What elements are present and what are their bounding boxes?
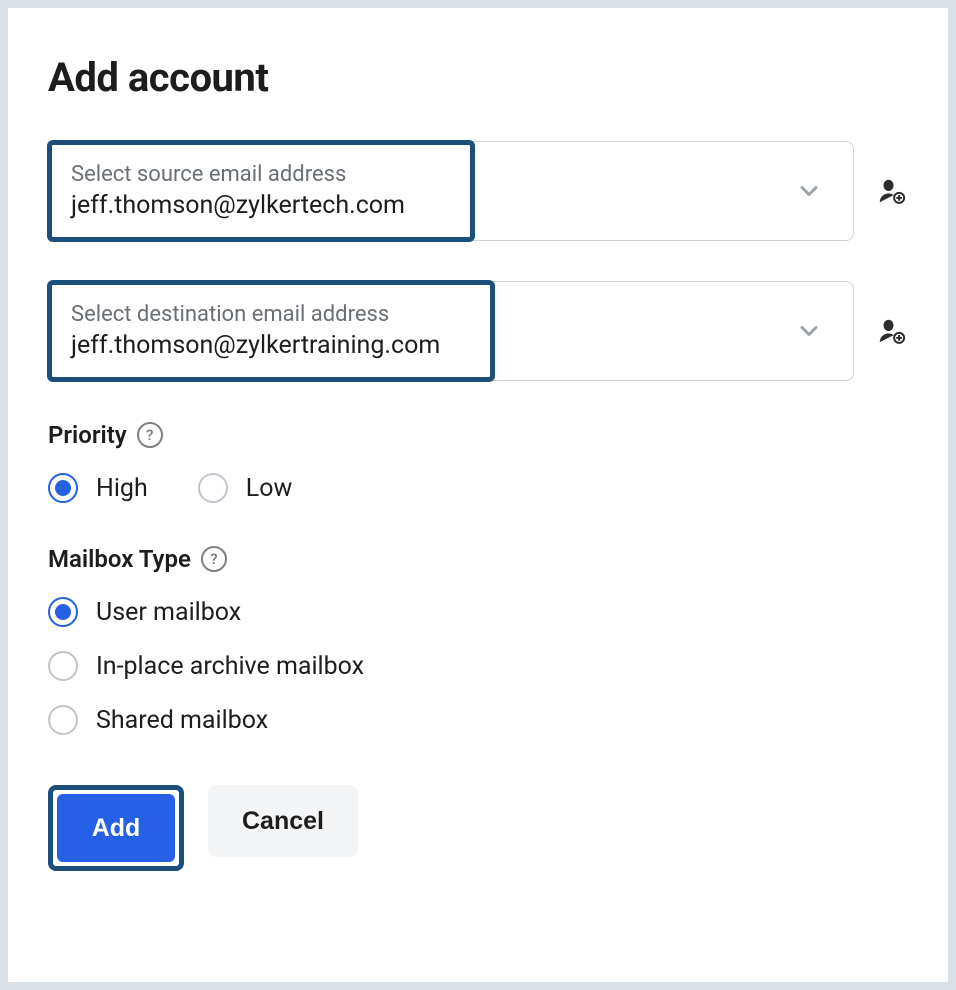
help-icon[interactable]: ? — [201, 546, 227, 572]
destination-value: jeff.thomson@zylkertraining.com — [71, 331, 763, 360]
add-button-highlight: Add — [48, 785, 184, 871]
source-value: jeff.thomson@zylkertech.com — [71, 191, 763, 220]
add-person-source-button[interactable] — [874, 174, 908, 208]
priority-high-label: High — [96, 474, 148, 503]
radio-selected-icon — [48, 597, 78, 627]
mailbox-label: Mailbox Type — [48, 545, 191, 573]
source-row: Select source email address jeff.thomson… — [48, 141, 908, 241]
cancel-button[interactable]: Cancel — [208, 785, 358, 857]
mailbox-options: User mailbox In-place archive mailbox Sh… — [48, 597, 908, 735]
chevron-down-icon — [785, 177, 853, 205]
destination-row: Select destination email address jeff.th… — [48, 281, 908, 381]
mailbox-shared-label: Shared mailbox — [96, 706, 268, 735]
page-title: Add account — [48, 54, 908, 101]
priority-low-option[interactable]: Low — [198, 473, 293, 503]
source-email-dropdown[interactable]: Select source email address jeff.thomson… — [48, 141, 854, 241]
destination-label: Select destination email address — [71, 302, 763, 327]
priority-low-label: Low — [246, 474, 293, 503]
add-person-destination-button[interactable] — [874, 314, 908, 348]
priority-high-option[interactable]: High — [48, 473, 148, 503]
source-content: Select source email address jeff.thomson… — [49, 146, 785, 236]
mailbox-label-row: Mailbox Type ? — [48, 545, 908, 573]
add-account-panel: Add account Select source email address … — [8, 8, 948, 982]
source-label: Select source email address — [71, 162, 763, 187]
radio-icon — [198, 473, 228, 503]
priority-label: Priority — [48, 421, 127, 449]
radio-icon — [48, 651, 78, 681]
priority-label-row: Priority ? — [48, 421, 908, 449]
priority-section: Priority ? High Low — [48, 421, 908, 503]
mailbox-user-label: User mailbox — [96, 598, 241, 627]
radio-icon — [48, 705, 78, 735]
mailbox-archive-label: In-place archive mailbox — [96, 652, 364, 681]
destination-email-dropdown[interactable]: Select destination email address jeff.th… — [48, 281, 854, 381]
help-icon[interactable]: ? — [137, 422, 163, 448]
priority-options: High Low — [48, 473, 908, 503]
mailbox-type-section: Mailbox Type ? User mailbox In-place arc… — [48, 545, 908, 735]
mailbox-user-option[interactable]: User mailbox — [48, 597, 908, 627]
mailbox-archive-option[interactable]: In-place archive mailbox — [48, 651, 908, 681]
add-button[interactable]: Add — [57, 794, 175, 862]
mailbox-shared-option[interactable]: Shared mailbox — [48, 705, 908, 735]
action-buttons: Add Cancel — [48, 785, 908, 871]
destination-content: Select destination email address jeff.th… — [49, 286, 785, 376]
chevron-down-icon — [785, 317, 853, 345]
radio-selected-icon — [48, 473, 78, 503]
